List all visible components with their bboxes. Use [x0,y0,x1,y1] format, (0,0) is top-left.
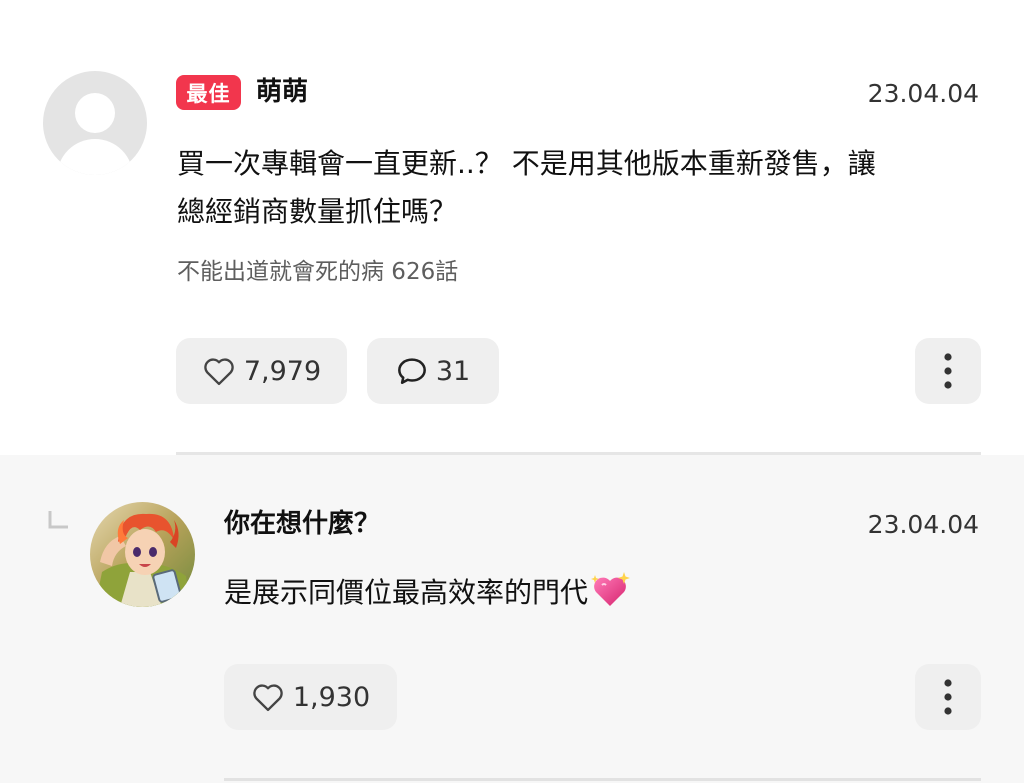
reply-button[interactable]: 31 [367,338,499,404]
sparkling-heart-icon [591,572,631,606]
reply-like-button[interactable]: 1,930 [224,664,397,730]
best-comment: 最佳 萌萌 23.04.04 買一次專輯會一直更新..？ 不是用其他版本重新發售… [0,0,1024,454]
avatar[interactable] [43,71,147,175]
comments-view: 最佳 萌萌 23.04.04 買一次專輯會一直更新..？ 不是用其他版本重新發售… [0,0,1024,783]
reply-date: 23.04.04 [867,510,979,539]
reply-text: 是展示同價位最高效率的門代 [224,569,632,617]
comment-text-line: 買一次專輯會一直更新..？ 不是用其他版本重新發售，讓 [177,147,876,180]
reply-like-count: 1,930 [292,681,371,713]
reply-more-options-button[interactable] [915,664,981,730]
speech-bubble-icon [397,358,426,384]
reply-indicator-icon [48,511,68,529]
avatar-head-shape [75,93,115,133]
best-badge: 最佳 [176,75,241,110]
episode-link[interactable]: 不能出道就會死的病 626話 [177,255,458,289]
like-button[interactable]: 7,979 [176,338,347,404]
comment-text-line: 總經銷商數量抓住嗎？ [177,195,458,228]
comment-text: 買一次專輯會一直更新..？ 不是用其他版本重新發售，讓 總經銷商數量抓住嗎？ [177,140,982,236]
reply-text-content: 是展示同價位最高效率的門代 [224,576,589,609]
more-vertical-icon [944,353,952,389]
more-vertical-icon [944,679,952,715]
comment-date: 23.04.04 [867,79,979,108]
reply-author[interactable]: 你在想什麼？ [224,506,380,542]
more-options-button[interactable] [915,338,981,404]
heart-outline-icon [204,358,234,386]
avatar-body-shape [57,139,133,175]
anime-character-avatar-image [90,502,195,607]
reply-avatar[interactable] [90,502,195,607]
divider [224,778,981,781]
reply-count: 31 [435,355,471,387]
comment-author[interactable]: 萌萌 [256,74,308,110]
like-count: 7,979 [243,355,322,387]
heart-outline-icon [253,684,283,712]
